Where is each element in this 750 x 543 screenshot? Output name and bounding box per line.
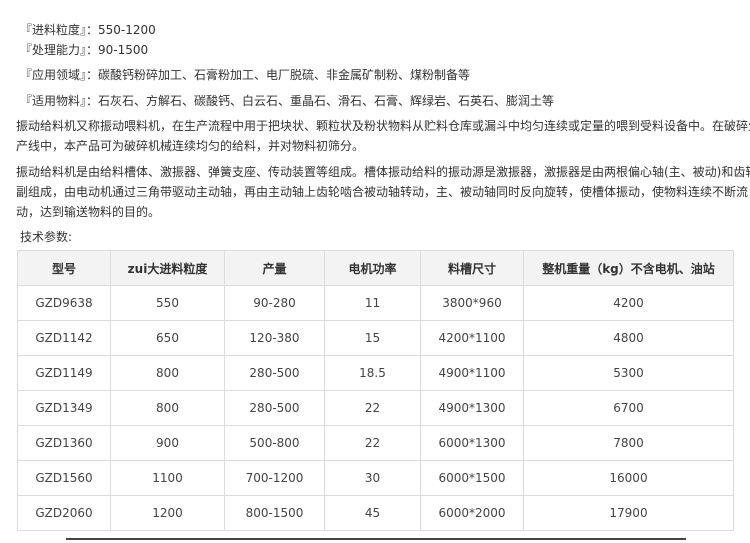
cell-motor-power: 45 (324, 495, 421, 531)
cell-max-feed-size: 800 (110, 390, 225, 426)
spec-value: 90-1500 (98, 43, 149, 57)
cell-weight: 4200 (523, 285, 734, 321)
cell-weight: 16000 (523, 460, 734, 496)
spec-label: 『应用领域』 (20, 68, 87, 82)
cell-max-feed-size: 900 (110, 425, 225, 461)
cell-model: GZD1142 (17, 320, 111, 356)
cell-motor-power: 18.5 (324, 355, 421, 391)
tech-params-label: 技术参数: (20, 230, 73, 244)
table-header-row: 型号 zui大进料粒度 产量 电机功率 料槽尺寸 整机重量（kg）不含电机、油站 (17, 250, 734, 286)
cell-weight: 6700 (523, 390, 734, 426)
structure-line: 动，达到输送物料的目的。 (16, 205, 161, 219)
header-model: 型号 (17, 250, 111, 286)
cell-max-feed-size: 1100 (110, 460, 225, 496)
cell-motor-power: 22 (324, 390, 421, 426)
cell-weight: 17900 (523, 495, 734, 531)
cell-trough-size: 6000*1300 (420, 425, 524, 461)
table-row: GZD1560 1100 700-1200 30 6000*1500 16000 (17, 460, 734, 496)
cell-trough-size: 3800*960 (420, 285, 524, 321)
cell-output: 500-800 (224, 425, 325, 461)
structure-line: 振动给料机是由给料槽体、激振器、弹簧支座、传动装置等组成。槽体振动给料的振动源是… (16, 165, 750, 179)
spec-separator: ： (86, 68, 99, 82)
spec-separator: ： (86, 23, 99, 37)
cell-model: GZD1349 (17, 390, 111, 426)
cell-motor-power: 11 (324, 285, 421, 321)
spec-separator: ： (86, 94, 99, 108)
cell-motor-power: 30 (324, 460, 421, 496)
spec-capacity: 『处理能力』：90-1500 (20, 42, 148, 58)
cell-output: 800-1500 (224, 495, 325, 531)
cell-model: GZD1360 (17, 425, 111, 461)
cell-trough-size: 4900*1100 (420, 355, 524, 391)
cell-motor-power: 22 (324, 425, 421, 461)
header-output: 产量 (224, 250, 325, 286)
header-weight: 整机重量（kg）不含电机、油站 (523, 250, 734, 286)
spec-label: 『进料粒度』 (20, 23, 87, 37)
cell-max-feed-size: 1200 (110, 495, 225, 531)
cell-weight: 7800 (523, 425, 734, 461)
bottom-divider (66, 538, 686, 540)
spec-label: 『处理能力』 (20, 43, 87, 57)
header-trough-size: 料槽尺寸 (420, 250, 524, 286)
intro-paragraph: 振动给料机又称振动喂料机，在生产流程中用于把块状、颗粒状及粉状物料从贮料仓库或漏… (16, 116, 750, 156)
header-max-feed-size: zui大进料粒度 (110, 250, 225, 286)
cell-trough-size: 6000*2000 (420, 495, 524, 531)
cell-weight: 5300 (523, 355, 734, 391)
spec-value: 碳酸钙粉碎加工、石膏粉加工、电厂脱硫、非金属矿制粉、煤粉制备等 (98, 68, 471, 82)
cell-model: GZD1149 (17, 355, 111, 391)
spec-application: 『应用领域』：碳酸钙粉碎加工、石膏粉加工、电厂脱硫、非金属矿制粉、煤粉制备等 (20, 67, 470, 83)
table-row: GZD9638 550 90-280 11 3800*960 4200 (17, 285, 734, 321)
cell-output: 700-1200 (224, 460, 325, 496)
cell-trough-size: 4900*1300 (420, 390, 524, 426)
cell-max-feed-size: 650 (110, 320, 225, 356)
cell-max-feed-size: 800 (110, 355, 225, 391)
spec-value: 550-1200 (98, 23, 156, 37)
cell-model: GZD1560 (17, 460, 111, 496)
cell-output: 280-500 (224, 355, 325, 391)
header-motor-power: 电机功率 (324, 250, 421, 286)
cell-motor-power: 15 (324, 320, 421, 356)
cell-output: 120-380 (224, 320, 325, 356)
table-row: GZD1360 900 500-800 22 6000*1300 7800 (17, 425, 734, 461)
cell-model: GZD2060 (17, 495, 111, 531)
spec-materials: 『适用物料』：石灰石、方解石、碳酸钙、白云石、重晶石、滑石、石膏、辉绿岩、石英石… (20, 93, 554, 109)
table-row: GZD2060 1200 800-1500 45 6000*2000 17900 (17, 495, 734, 531)
spec-separator: ： (86, 43, 99, 57)
intro-line: 振动给料机又称振动喂料机，在生产流程中用于把块状、颗粒状及粉状物料从贮料仓库或漏… (16, 119, 750, 133)
cell-output: 280-500 (224, 390, 325, 426)
cell-max-feed-size: 550 (110, 285, 225, 321)
cell-output: 90-280 (224, 285, 325, 321)
cell-weight: 4800 (523, 320, 734, 356)
table-row: GZD1142 650 120-380 15 4200*1100 4800 (17, 320, 734, 356)
cell-trough-size: 6000*1500 (420, 460, 524, 496)
cell-trough-size: 4200*1100 (420, 320, 524, 356)
spec-value: 石灰石、方解石、碳酸钙、白云石、重晶石、滑石、石膏、辉绿岩、石英石、膨润土等 (98, 94, 555, 108)
table-row: GZD1149 800 280-500 18.5 4900*1100 5300 (17, 355, 734, 391)
intro-line: 产线中，本产品可为破碎机械连续均匀的给料，并对物料初筛分。 (16, 139, 365, 153)
spec-feed-size: 『进料粒度』：550-1200 (20, 22, 156, 38)
structure-paragraph: 振动给料机是由给料槽体、激振器、弹簧支座、传动装置等组成。槽体振动给料的振动源是… (16, 162, 750, 222)
cell-model: GZD9638 (17, 285, 111, 321)
spec-table: 型号 zui大进料粒度 产量 电机功率 料槽尺寸 整机重量（kg）不含电机、油站… (17, 250, 734, 531)
structure-line: 副组成，由电动机通过三角带驱动主动轴，再由主动轴上齿轮啮合被动轴转动，主、被动轴… (16, 185, 749, 199)
table-row: GZD1349 800 280-500 22 4900*1300 6700 (17, 390, 734, 426)
spec-label: 『适用物料』 (20, 94, 87, 108)
